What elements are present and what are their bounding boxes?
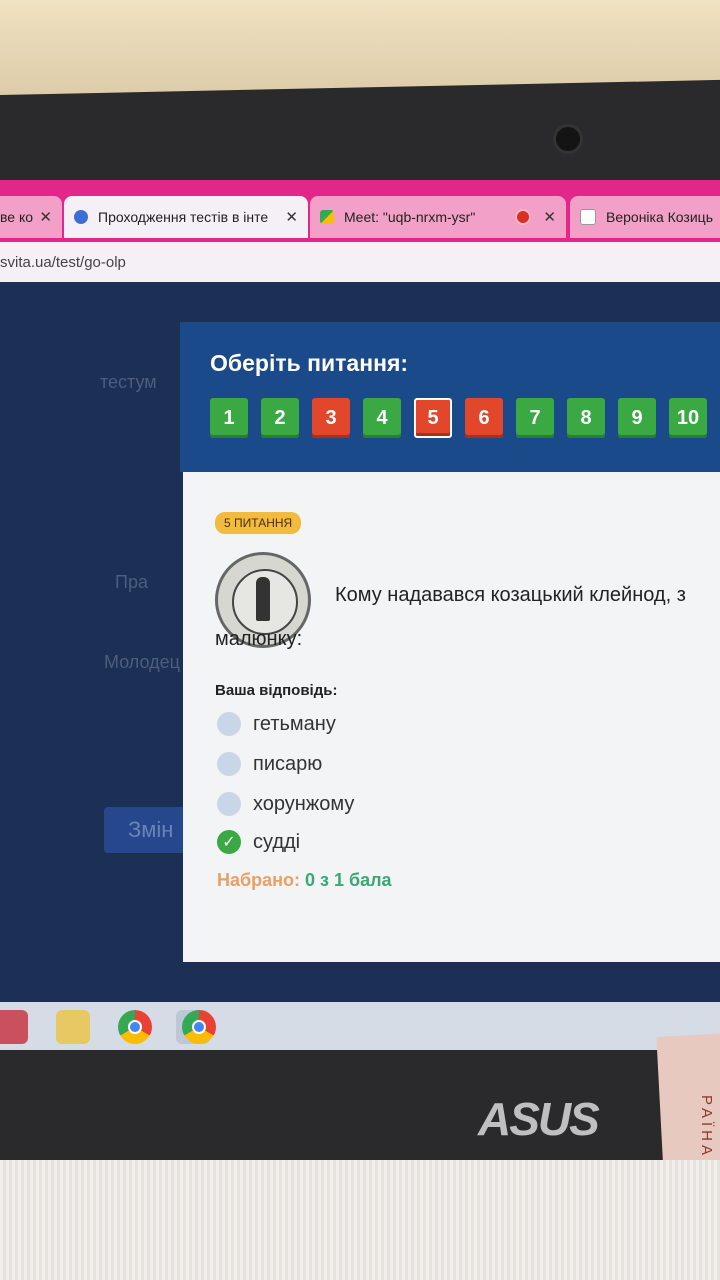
radio-button[interactable] — [217, 712, 241, 736]
address-bar[interactable]: svita.ua/test/go-olp — [0, 242, 720, 282]
score-value: 0 з 1 бала — [305, 870, 392, 890]
background-text: Молодец — [104, 652, 180, 672]
change-button[interactable]: Змін — [104, 807, 194, 853]
background-text: тестум — [100, 372, 157, 392]
option-label: писарю — [253, 752, 323, 775]
question-panel: 5 ПИТАННЯ Кому надавався козацький клейн… — [183, 472, 720, 962]
question-number-button[interactable]: 3 — [312, 398, 350, 438]
question-number-list: 1 2 3 4 5 6 7 8 9 10 — [210, 398, 707, 438]
question-badge: 5 ПИТАННЯ — [215, 512, 302, 534]
tab-label: ве ко — [0, 209, 34, 225]
question-number-button[interactable]: 5 — [414, 398, 452, 438]
radio-button[interactable] — [217, 792, 241, 816]
score: Набрано: 0 з 1 бала — [217, 870, 392, 891]
tab-document[interactable]: Вероніка Козиць — [570, 196, 720, 238]
answer-option[interactable]: хорунжому — [217, 792, 354, 816]
keyboard-area — [0, 1160, 720, 1280]
check-icon[interactable]: ✓ — [217, 830, 241, 854]
question-number-button[interactable]: 6 — [465, 398, 503, 438]
webcam — [553, 124, 583, 154]
question-number-button[interactable]: 2 — [261, 398, 299, 438]
recording-icon — [515, 209, 532, 225]
background-text: Пра — [115, 572, 148, 592]
gear-icon — [74, 210, 88, 224]
taskbar — [0, 1002, 720, 1050]
tab-test[interactable]: Проходження тестів в інтерак ✕ — [64, 196, 308, 238]
radio-button[interactable] — [217, 752, 241, 776]
laptop-brand-logo: ASUS — [478, 1093, 600, 1145]
seal-figure — [256, 577, 270, 621]
modal-title: Оберіть питання: — [210, 350, 409, 376]
chrome-profile-icon[interactable] — [182, 1010, 216, 1044]
close-icon[interactable]: ✕ — [39, 208, 52, 226]
question-number-button[interactable]: 9 — [618, 398, 656, 438]
tab-label: Проходження тестів в інтерак — [98, 209, 268, 225]
close-icon[interactable]: ✕ — [285, 208, 298, 226]
close-icon[interactable]: ✕ — [543, 208, 556, 226]
question-text: Кому надавався козацький клейнод, з — [335, 584, 686, 606]
option-label: хорунжому — [253, 792, 355, 815]
tab-label: Вероніка Козиць — [606, 209, 713, 225]
option-label: гетьману — [253, 712, 336, 735]
tab-label: Meet: "uqb-nrxm-ysr" — [344, 209, 476, 225]
question-number-button[interactable]: 7 — [516, 398, 554, 438]
document-icon — [580, 209, 596, 225]
answer-option-selected[interactable]: ✓ судді — [217, 830, 300, 854]
app-icon[interactable] — [0, 1010, 28, 1044]
answer-label: Ваша відповідь: — [215, 682, 338, 699]
browser-tab-bar: ве ко ✕ Проходження тестів в інтерак ✕ M… — [0, 180, 720, 242]
laptop-screen: ве ко ✕ Проходження тестів в інтерак ✕ M… — [0, 180, 720, 1050]
answer-option[interactable]: писарю — [217, 752, 322, 776]
question-number-button[interactable]: 1 — [210, 398, 248, 438]
question-number-button[interactable]: 10 — [669, 398, 707, 438]
score-label: Набрано: — [217, 870, 300, 890]
sticker-text: РАЇНА — [698, 1095, 715, 1160]
file-explorer-icon[interactable] — [56, 1010, 90, 1044]
question-text-continued: малюнку: — [215, 628, 303, 650]
url-text: svita.ua/test/go-olp — [0, 253, 126, 271]
answer-option[interactable]: гетьману — [217, 712, 336, 736]
question-selector-header: Оберіть питання: 1 2 3 4 5 6 7 8 9 10 — [180, 322, 720, 472]
tab-meet[interactable]: Meet: "uqb-nrxm-ysr" ✕ — [310, 196, 566, 238]
tab-previous[interactable]: ве ко ✕ — [0, 196, 62, 238]
chrome-icon[interactable] — [118, 1010, 152, 1044]
meet-icon — [320, 210, 334, 224]
option-label: судді — [253, 830, 301, 853]
question-number-button[interactable]: 8 — [567, 398, 605, 438]
question-number-button[interactable]: 4 — [363, 398, 401, 438]
